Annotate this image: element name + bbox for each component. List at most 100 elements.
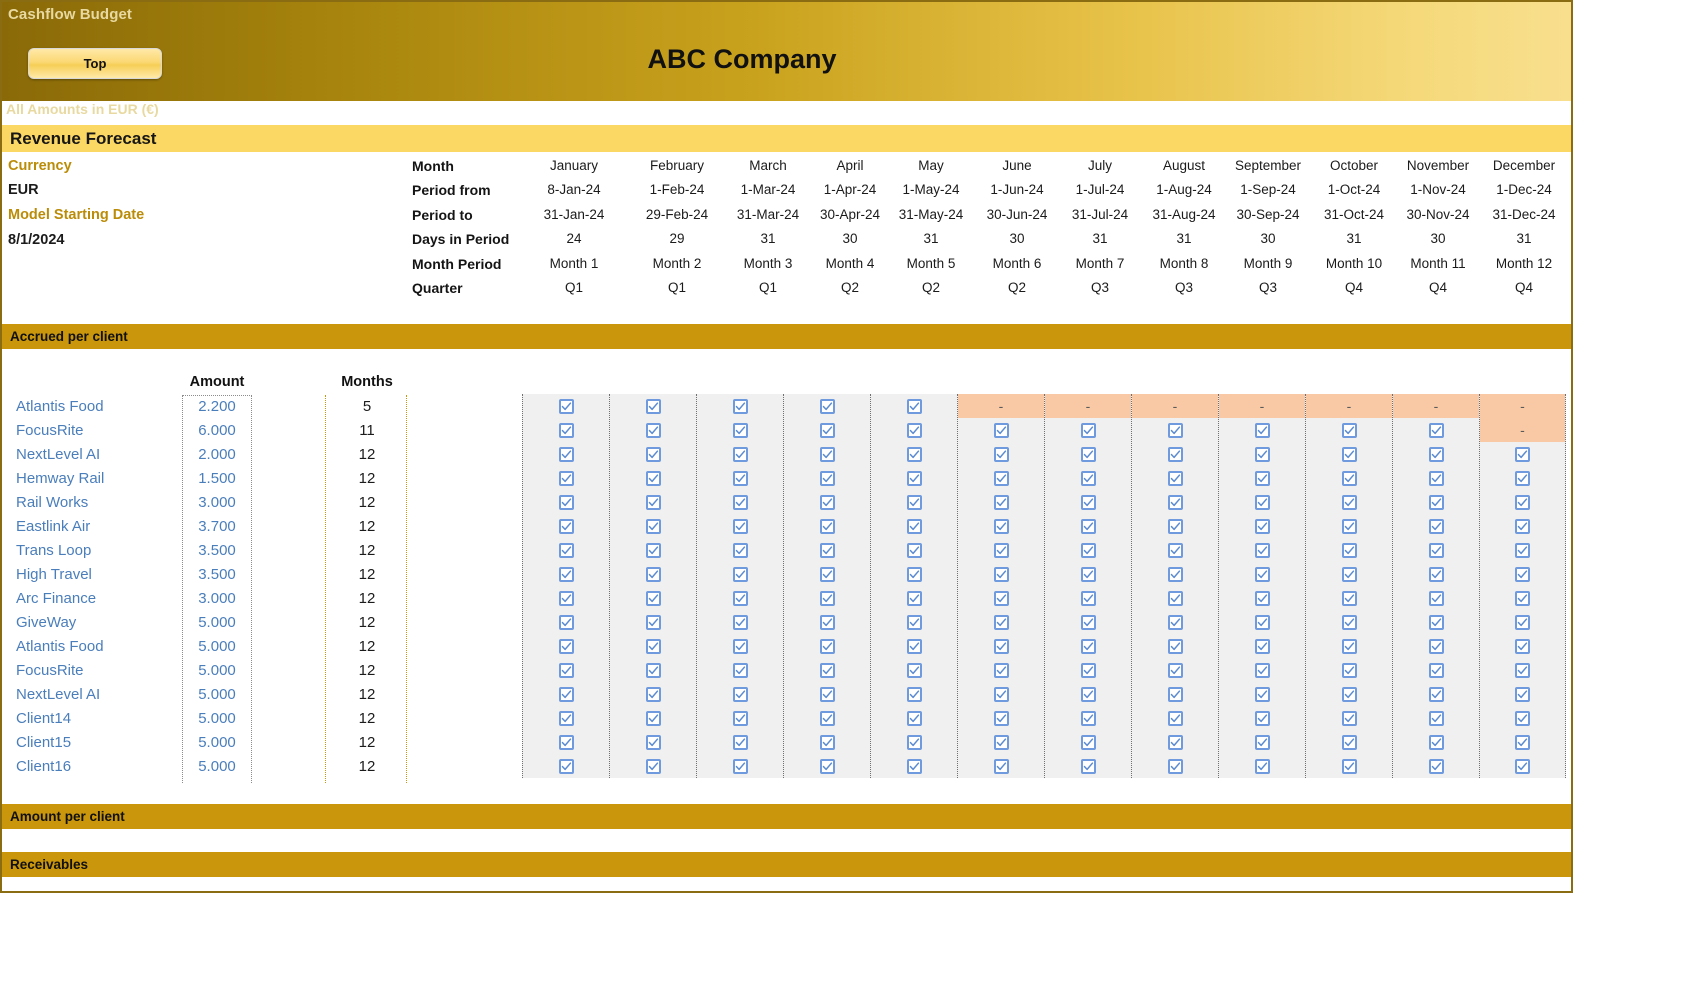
month-active-cell[interactable] [610, 394, 696, 418]
month-active-cell[interactable] [871, 754, 957, 778]
month-active-cell[interactable] [1480, 682, 1565, 706]
checkbox-checked-icon[interactable] [1254, 566, 1270, 582]
checkbox-checked-icon[interactable] [732, 518, 748, 534]
month-active-cell[interactable] [1480, 634, 1565, 658]
checkbox-checked-icon[interactable] [906, 422, 922, 438]
checkbox-checked-icon[interactable] [1428, 686, 1444, 702]
month-active-cell[interactable] [523, 730, 609, 754]
month-active-cell[interactable] [1045, 490, 1131, 514]
checkbox-checked-icon[interactable] [1428, 638, 1444, 654]
month-active-cell[interactable] [871, 394, 957, 418]
month-active-cell[interactable] [610, 682, 696, 706]
checkbox-checked-icon[interactable] [558, 638, 574, 654]
checkbox-checked-icon[interactable] [1515, 662, 1530, 678]
month-active-cell[interactable] [1045, 706, 1131, 730]
checkbox-checked-icon[interactable] [993, 422, 1009, 438]
checkbox-checked-icon[interactable] [819, 518, 835, 534]
month-active-cell[interactable] [784, 634, 870, 658]
checkbox-checked-icon[interactable] [1167, 758, 1183, 774]
checkbox-checked-icon[interactable] [645, 662, 661, 678]
checkbox-checked-icon[interactable] [819, 398, 835, 414]
client-name-cell[interactable]: FocusRite [16, 662, 84, 679]
month-active-cell[interactable] [697, 514, 783, 538]
month-active-cell[interactable] [958, 538, 1044, 562]
checkbox-checked-icon[interactable] [732, 422, 748, 438]
month-active-cell[interactable] [1132, 562, 1218, 586]
month-active-cell[interactable] [784, 682, 870, 706]
month-active-cell[interactable] [784, 466, 870, 490]
client-name-cell[interactable]: GiveWay [16, 614, 76, 631]
checkbox-checked-icon[interactable] [645, 566, 661, 582]
checkbox-checked-icon[interactable] [906, 590, 922, 606]
month-active-cell[interactable] [697, 586, 783, 610]
checkbox-checked-icon[interactable] [1080, 734, 1096, 750]
month-active-cell[interactable] [1480, 706, 1565, 730]
month-active-cell[interactable] [871, 682, 957, 706]
client-amount-cell[interactable]: 5.000 [182, 686, 252, 703]
month-active-cell[interactable] [523, 466, 609, 490]
month-active-cell[interactable] [871, 442, 957, 466]
month-active-cell[interactable] [1219, 634, 1305, 658]
checkbox-checked-icon[interactable] [993, 710, 1009, 726]
month-active-cell[interactable] [1045, 442, 1131, 466]
checkbox-checked-icon[interactable] [1254, 422, 1270, 438]
month-active-cell[interactable] [610, 706, 696, 730]
checkbox-checked-icon[interactable] [1341, 590, 1357, 606]
month-active-cell[interactable] [1393, 682, 1479, 706]
client-name-cell[interactable]: Atlantis Food [16, 398, 104, 415]
month-active-cell[interactable] [610, 514, 696, 538]
checkbox-checked-icon[interactable] [1341, 614, 1357, 630]
month-active-cell[interactable] [1132, 634, 1218, 658]
month-active-cell[interactable] [1306, 706, 1392, 730]
checkbox-checked-icon[interactable] [906, 398, 922, 414]
month-active-cell[interactable] [697, 634, 783, 658]
month-active-cell[interactable] [1306, 754, 1392, 778]
checkbox-checked-icon[interactable] [732, 470, 748, 486]
client-name-cell[interactable]: NextLevel AI [16, 446, 100, 463]
month-inactive-cell[interactable]: - [1306, 394, 1392, 418]
month-active-cell[interactable] [958, 466, 1044, 490]
checkbox-checked-icon[interactable] [1254, 662, 1270, 678]
checkbox-checked-icon[interactable] [819, 590, 835, 606]
month-active-cell[interactable] [958, 634, 1044, 658]
checkbox-checked-icon[interactable] [906, 518, 922, 534]
month-active-cell[interactable] [1045, 634, 1131, 658]
checkbox-checked-icon[interactable] [1515, 566, 1530, 582]
start-date-value[interactable]: 8/1/2024 [8, 232, 64, 248]
client-name-cell[interactable]: Eastlink Air [16, 518, 90, 535]
checkbox-checked-icon[interactable] [1167, 470, 1183, 486]
month-active-cell[interactable] [610, 490, 696, 514]
client-amount-cell[interactable]: 5.000 [182, 758, 252, 775]
month-active-cell[interactable] [784, 706, 870, 730]
checkbox-checked-icon[interactable] [1515, 470, 1530, 486]
client-name-cell[interactable]: Atlantis Food [16, 638, 104, 655]
checkbox-checked-icon[interactable] [1341, 638, 1357, 654]
month-active-cell[interactable] [610, 586, 696, 610]
month-active-cell[interactable] [1219, 682, 1305, 706]
month-active-cell[interactable] [1393, 418, 1479, 442]
checkbox-checked-icon[interactable] [906, 638, 922, 654]
month-active-cell[interactable] [1393, 706, 1479, 730]
checkbox-checked-icon[interactable] [645, 398, 661, 414]
month-active-cell[interactable] [1219, 754, 1305, 778]
month-active-cell[interactable] [1306, 490, 1392, 514]
month-active-cell[interactable] [871, 538, 957, 562]
month-active-cell[interactable] [1045, 562, 1131, 586]
checkbox-checked-icon[interactable] [645, 590, 661, 606]
month-active-cell[interactable] [1393, 538, 1479, 562]
checkbox-checked-icon[interactable] [1428, 566, 1444, 582]
client-amount-cell[interactable]: 3.000 [182, 494, 252, 511]
checkbox-checked-icon[interactable] [558, 422, 574, 438]
month-active-cell[interactable] [958, 658, 1044, 682]
checkbox-checked-icon[interactable] [732, 494, 748, 510]
month-active-cell[interactable] [1132, 466, 1218, 490]
checkbox-checked-icon[interactable] [993, 542, 1009, 558]
checkbox-checked-icon[interactable] [645, 422, 661, 438]
month-active-cell[interactable] [784, 490, 870, 514]
checkbox-checked-icon[interactable] [993, 686, 1009, 702]
checkbox-checked-icon[interactable] [558, 590, 574, 606]
checkbox-checked-icon[interactable] [1167, 542, 1183, 558]
month-inactive-cell[interactable]: - [1480, 418, 1565, 442]
client-amount-cell[interactable]: 1.500 [182, 470, 252, 487]
month-active-cell[interactable] [523, 586, 609, 610]
